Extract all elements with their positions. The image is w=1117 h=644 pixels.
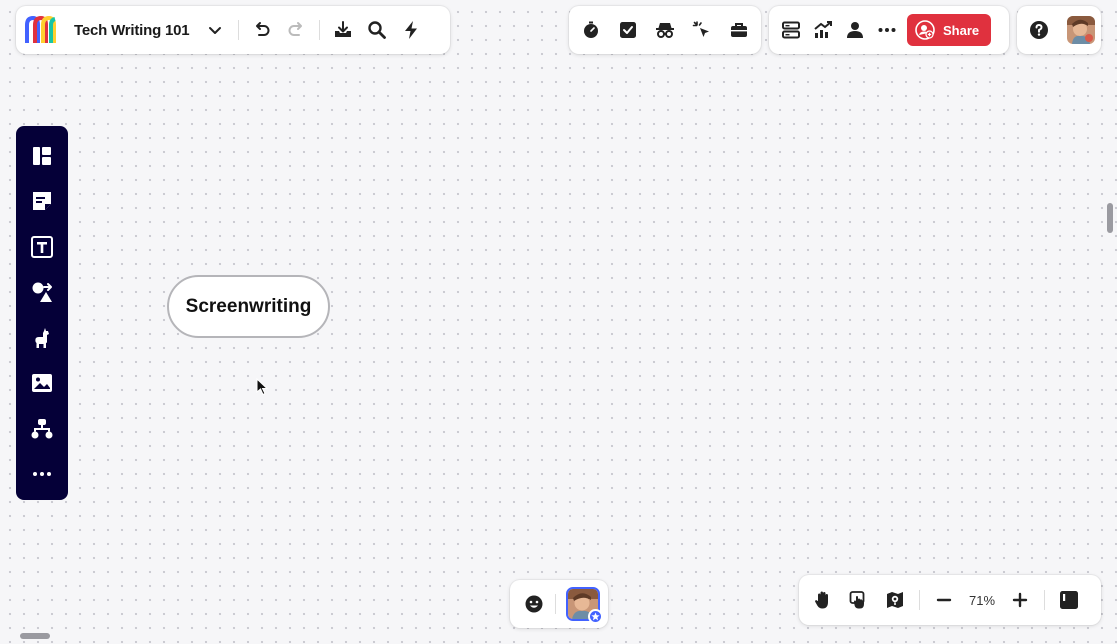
zoom-level[interactable]: 71%: [962, 593, 1002, 608]
redo-icon[interactable]: [279, 14, 313, 46]
board-menu-panel: Tech Writing 101: [16, 6, 450, 54]
horizontal-scrollbar[interactable]: [20, 633, 50, 639]
divider: [919, 590, 920, 610]
templates-icon[interactable]: [22, 136, 62, 176]
sticky-note-icon[interactable]: [22, 182, 62, 222]
miro-logo-icon[interactable]: [24, 15, 60, 45]
search-icon[interactable]: [360, 14, 394, 46]
zoom-in-icon[interactable]: [1002, 584, 1038, 616]
more-icon[interactable]: [22, 455, 62, 495]
person-icon[interactable]: [839, 14, 871, 46]
zoom-out-icon[interactable]: [926, 584, 962, 616]
collaboration-tools-panel: [569, 6, 761, 54]
vertical-scrollbar[interactable]: [1107, 203, 1113, 233]
board-actions-panel: Share: [769, 6, 1009, 54]
share-label: Share: [943, 22, 980, 38]
panel-toggle-icon[interactable]: [1051, 584, 1087, 616]
divider: [238, 20, 239, 40]
divider: [555, 594, 556, 614]
navigation-panel: 71%: [799, 575, 1101, 625]
export-icon[interactable]: [326, 14, 360, 46]
image-icon[interactable]: [22, 364, 62, 404]
canvas-shape[interactable]: Screenwriting: [167, 275, 330, 338]
lightning-icon[interactable]: [394, 14, 428, 46]
emoji-icon[interactable]: [518, 588, 549, 620]
pointer-click-icon[interactable]: [686, 14, 718, 46]
share-person-icon: [915, 20, 935, 40]
user-panel: [1017, 6, 1101, 54]
spy-icon[interactable]: [649, 14, 681, 46]
divider: [319, 20, 320, 40]
creation-toolbar: [16, 126, 68, 500]
board-title[interactable]: Tech Writing 101: [74, 22, 198, 39]
chart-icon[interactable]: [807, 14, 839, 46]
cards-icon[interactable]: [775, 14, 807, 46]
chevron-down-icon[interactable]: [198, 14, 232, 46]
shapes-icon[interactable]: [22, 273, 62, 313]
touch-icon[interactable]: [841, 584, 877, 616]
diagram-icon[interactable]: [22, 409, 62, 449]
hand-icon[interactable]: [805, 584, 841, 616]
undo-icon[interactable]: [245, 14, 279, 46]
divider: [1044, 590, 1045, 610]
reactions-panel: [510, 580, 608, 628]
avatar[interactable]: [1067, 16, 1095, 44]
llama-icon[interactable]: [22, 318, 62, 358]
checkbox-icon[interactable]: [612, 14, 644, 46]
star-icon: [588, 609, 603, 624]
briefcase-icon[interactable]: [723, 14, 755, 46]
presenter-avatar[interactable]: [566, 587, 603, 624]
share-button[interactable]: Share: [907, 14, 992, 46]
timer-icon[interactable]: [575, 14, 607, 46]
text-icon[interactable]: [22, 227, 62, 267]
more-icon[interactable]: [871, 14, 903, 46]
mouse-cursor-icon: [256, 378, 268, 396]
help-icon[interactable]: [1023, 14, 1055, 46]
map-icon[interactable]: [877, 584, 913, 616]
